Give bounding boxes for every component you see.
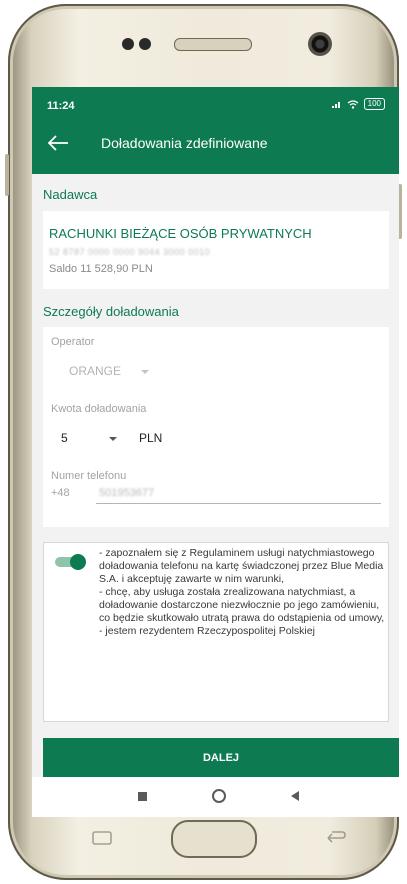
amount-select[interactable]: 5 bbox=[51, 427, 141, 449]
consent-line-2: - chcę, aby usługa została zrealizowana … bbox=[99, 586, 385, 624]
account-card[interactable]: RACHUNKI BIEŻĄCE OSÓB PRYWATNYCH 52 8787… bbox=[43, 211, 389, 289]
front-camera-icon bbox=[308, 32, 332, 56]
phone-field[interactable]: 501953677 bbox=[99, 487, 154, 499]
status-time: 11:24 bbox=[47, 100, 75, 112]
section-title-sender: Nadawca bbox=[43, 187, 98, 202]
sensor-icon bbox=[139, 38, 151, 50]
amount-value: 5 bbox=[61, 431, 68, 445]
consent-box: - zapoznałem się z Regulaminem usługi na… bbox=[43, 542, 389, 722]
consent-toggle[interactable] bbox=[55, 554, 86, 570]
amount-label: Kwota doładowania bbox=[51, 403, 147, 415]
details-card: Operator ORANGE Kwota doładowania 5 PLN … bbox=[43, 327, 389, 527]
operator-select[interactable]: ORANGE bbox=[51, 361, 171, 383]
consent-line-3: - jestem rezydentem Rzeczypospolitej Pol… bbox=[99, 625, 315, 637]
consent-text: - zapoznałem się z Regulaminem usługi na… bbox=[99, 547, 387, 638]
system-nav-bar bbox=[32, 777, 399, 817]
battery-icon: 100 bbox=[363, 98, 385, 110]
app-bar: 11:24 100 Doładowania zdefiniowane bbox=[32, 87, 399, 174]
recents-key-icon[interactable] bbox=[90, 830, 114, 846]
phone-prefix: +48 bbox=[51, 487, 70, 499]
wifi-icon bbox=[347, 99, 359, 109]
page-title: Doładowania zdefiniowane bbox=[101, 135, 268, 151]
currency-label: PLN bbox=[139, 431, 163, 445]
status-icons: 100 bbox=[331, 98, 385, 110]
sensor-icon bbox=[122, 38, 134, 50]
toggle-knob bbox=[70, 554, 86, 570]
triangle-back-icon[interactable] bbox=[291, 791, 299, 801]
next-button[interactable]: DALEJ bbox=[43, 738, 399, 777]
arrow-left-icon[interactable] bbox=[46, 133, 70, 153]
signal-icon bbox=[331, 102, 340, 108]
speaker-grille bbox=[174, 38, 252, 51]
account-name: RACHUNKI BIEŻĄCE OSÓB PRYWATNYCH bbox=[49, 226, 312, 241]
chevron-down-icon bbox=[109, 437, 117, 441]
operator-value: ORANGE bbox=[69, 364, 122, 378]
chevron-down-icon bbox=[141, 370, 149, 374]
circle-icon[interactable] bbox=[212, 789, 226, 803]
phone-underline bbox=[96, 503, 381, 504]
phone-frame: 11:24 100 Doładowania zdefiniowane Nadaw… bbox=[5, 4, 402, 880]
square-icon[interactable] bbox=[138, 792, 147, 801]
section-title-details: Szczegóły doładowania bbox=[43, 304, 179, 319]
consent-line-1: - zapoznałem się z Regulaminem usługi na… bbox=[99, 547, 384, 585]
home-key[interactable] bbox=[171, 820, 257, 858]
operator-label: Operator bbox=[51, 336, 95, 348]
account-balance: Saldo 11 528,90 PLN bbox=[49, 263, 153, 275]
volume-button bbox=[5, 154, 9, 196]
back-key-icon[interactable] bbox=[324, 830, 348, 846]
account-number: 52 8787 0000 0000 9044 3000 0010 bbox=[49, 247, 211, 257]
app-screen: 11:24 100 Doładowania zdefiniowane Nadaw… bbox=[32, 87, 399, 817]
phone-label: Numer telefonu bbox=[51, 470, 127, 482]
